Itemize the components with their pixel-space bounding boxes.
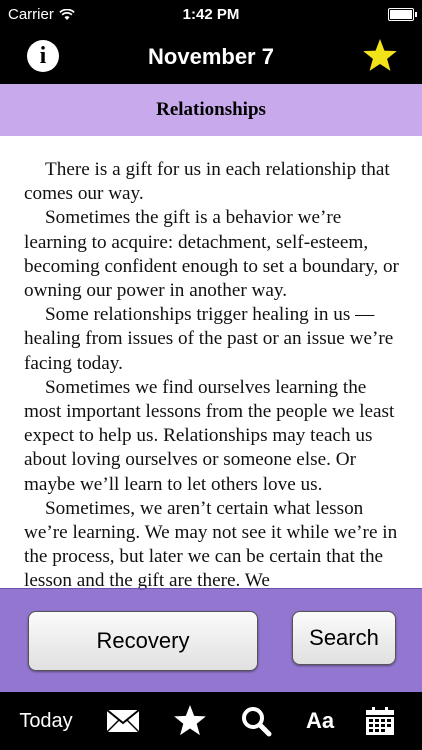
reading-paragraph: There is a gift for us in each relations… — [24, 159, 390, 205]
calendar-icon — [366, 707, 394, 735]
mail-tab[interactable] — [102, 692, 144, 750]
today-tab[interactable]: Today — [10, 692, 82, 750]
action-overlay: Recovery Search — [0, 588, 422, 693]
reading-paragraph: Sometimes, we aren’t certain what lesson… — [24, 497, 398, 592]
favorites-tab[interactable] — [170, 692, 210, 750]
recovery-button[interactable]: Recovery — [28, 611, 258, 671]
font-size-tab[interactable]: Aa — [300, 692, 340, 750]
reading-paragraph: Some relationships trigger healing in us… — [24, 304, 394, 374]
favorite-star-icon[interactable] — [362, 38, 398, 74]
battery-icon — [388, 8, 417, 21]
magnifier-icon — [242, 707, 272, 737]
navigation-bar: i November 7 — [0, 30, 422, 84]
calendar-tab[interactable] — [362, 692, 398, 750]
reading-text: There is a gift for us in each relations… — [0, 136, 422, 594]
reading-paragraph: Sometimes we find ourselves learning the… — [24, 376, 395, 495]
status-bar: Carrier 1:42 PM — [0, 0, 422, 30]
tab-bar: Today Aa — [0, 692, 422, 750]
search-tab[interactable] — [236, 692, 276, 750]
section-title: Relationships — [0, 84, 422, 136]
search-button[interactable]: Search — [292, 611, 396, 665]
page-title: November 7 — [148, 44, 274, 69]
status-time: 1:42 PM — [182, 6, 240, 23]
envelope-icon — [106, 709, 140, 733]
reading-paragraph: Sometimes the gift is a behavior we’re l… — [24, 207, 399, 302]
star-icon — [174, 704, 206, 736]
